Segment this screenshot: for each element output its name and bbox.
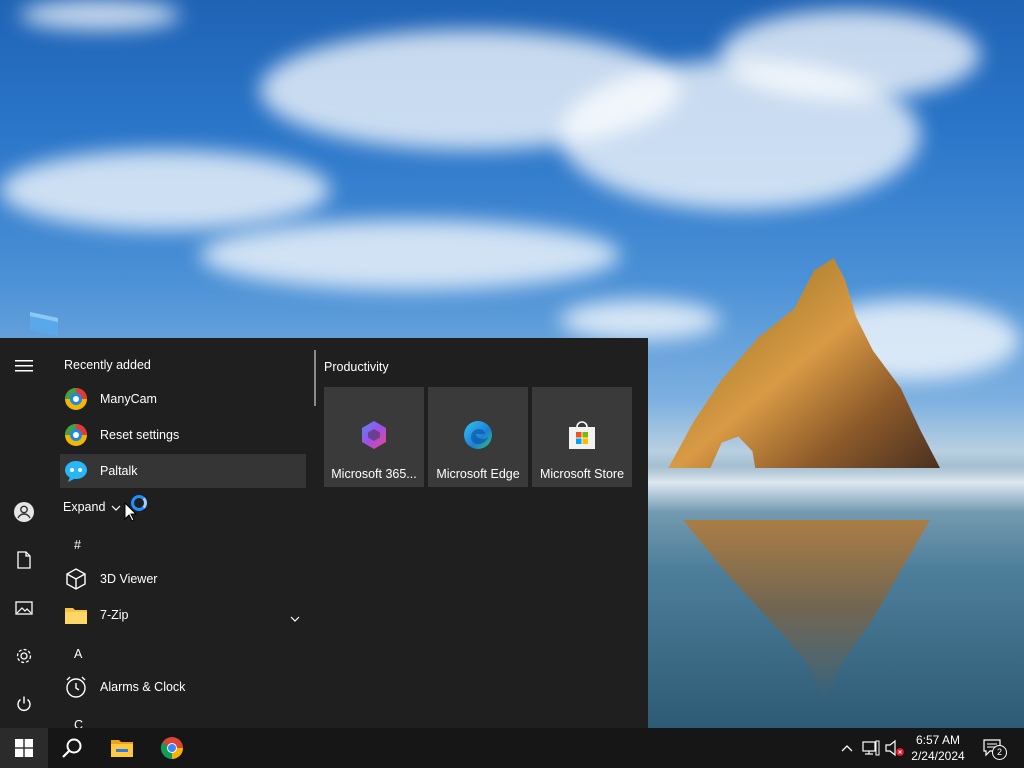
list-item-label: 3D Viewer bbox=[100, 572, 158, 586]
alarm-clock-icon bbox=[64, 675, 88, 699]
start-menu: Recently added ManyCam Reset settings Pa… bbox=[0, 338, 648, 728]
settings-icon[interactable] bbox=[8, 640, 40, 672]
clock-date: 2/24/2024 bbox=[911, 749, 965, 763]
list-item-label: Alarms & Clock bbox=[100, 680, 186, 694]
list-item-label: 7-Zip bbox=[100, 608, 129, 622]
list-item-7-zip[interactable]: 7-Zip bbox=[60, 598, 306, 632]
folder-icon bbox=[64, 603, 88, 627]
expand-label: Expand bbox=[63, 500, 106, 514]
store-icon bbox=[569, 421, 595, 449]
list-item-label: Paltalk bbox=[100, 464, 138, 478]
list-item-reset-settings[interactable]: Reset settings bbox=[60, 418, 306, 452]
chrome-button[interactable] bbox=[148, 728, 196, 768]
file-explorer-icon bbox=[111, 740, 133, 757]
documents-icon[interactable] bbox=[8, 544, 40, 576]
manycam-icon bbox=[64, 423, 88, 447]
search-button[interactable] bbox=[48, 728, 96, 768]
recently-added-heading: Recently added bbox=[64, 358, 151, 372]
recycle-bin-icon[interactable] bbox=[28, 310, 60, 336]
list-item-paltalk[interactable]: Paltalk bbox=[60, 454, 306, 488]
letter-header-hash[interactable]: # bbox=[74, 538, 81, 552]
chevron-down-icon bbox=[111, 500, 121, 514]
3d-viewer-icon bbox=[64, 567, 88, 591]
file-explorer-button[interactable] bbox=[98, 728, 146, 768]
notifications-button[interactable]: 2 bbox=[982, 738, 1007, 760]
microsoft-365-icon bbox=[362, 421, 386, 449]
list-item-3d-viewer[interactable]: 3D Viewer bbox=[60, 562, 306, 596]
network-icon[interactable] bbox=[861, 738, 881, 758]
tile-microsoft-365[interactable]: Microsoft 365... bbox=[324, 387, 424, 487]
manycam-icon bbox=[64, 387, 88, 411]
clock-time: 6:57 AM bbox=[915, 733, 961, 747]
list-item-alarms-clock[interactable]: Alarms & Clock bbox=[60, 670, 306, 704]
scrollbar[interactable] bbox=[314, 350, 316, 406]
chevron-down-icon bbox=[290, 611, 300, 625]
tile-microsoft-edge[interactable]: Microsoft Edge bbox=[428, 387, 528, 487]
tile-label: Microsoft Store bbox=[539, 467, 625, 481]
mouse-cursor-icon bbox=[124, 502, 138, 522]
list-item-label: Reset settings bbox=[100, 428, 180, 442]
paltalk-icon bbox=[64, 459, 88, 483]
tile-microsoft-store[interactable]: Microsoft Store bbox=[532, 387, 632, 487]
chrome-icon bbox=[161, 737, 183, 759]
volume-muted-icon[interactable] bbox=[885, 738, 905, 758]
app-list: Recently added ManyCam Reset settings Pa… bbox=[56, 338, 308, 728]
user-icon[interactable] bbox=[8, 496, 40, 528]
hamburger-icon[interactable] bbox=[8, 350, 40, 382]
letter-header-a[interactable]: A bbox=[74, 647, 82, 661]
notification-badge: 2 bbox=[992, 745, 1007, 760]
pictures-icon[interactable] bbox=[8, 592, 40, 624]
chevron-up-icon[interactable] bbox=[837, 738, 857, 758]
list-item-manycam[interactable]: ManyCam bbox=[60, 382, 306, 416]
power-icon[interactable] bbox=[8, 688, 40, 720]
search-icon bbox=[62, 738, 82, 758]
list-item-label: ManyCam bbox=[100, 392, 157, 406]
edge-icon bbox=[464, 421, 492, 449]
windows-start-icon bbox=[15, 739, 33, 757]
start-button[interactable] bbox=[0, 728, 48, 768]
letter-header-c[interactable]: C bbox=[74, 718, 83, 728]
tile-label: Microsoft 365... bbox=[331, 467, 417, 481]
taskbar: 6:57 AM 2/24/2024 2 bbox=[0, 728, 1024, 768]
start-rail bbox=[0, 338, 48, 728]
tile-label: Microsoft Edge bbox=[436, 467, 520, 481]
clock[interactable]: 6:57 AM 2/24/2024 bbox=[904, 732, 972, 764]
group-title-productivity[interactable]: Productivity bbox=[324, 360, 389, 374]
